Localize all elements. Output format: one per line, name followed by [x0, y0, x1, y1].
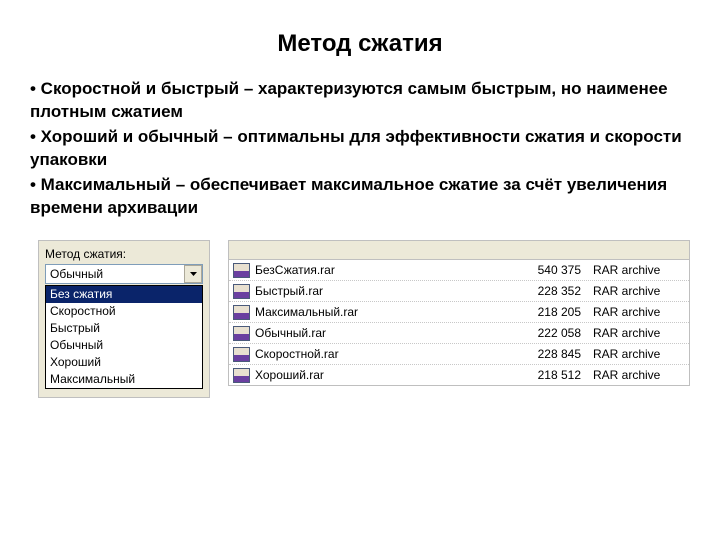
table-row[interactable]: Максимальный.rar 218 205 RAR archive: [229, 302, 689, 323]
rar-archive-icon: [233, 326, 250, 341]
compression-dropdown-panel: Метод сжатия: Обычный Без сжатия Скорост…: [38, 240, 210, 398]
file-type: RAR archive: [593, 347, 685, 361]
table-row[interactable]: Быстрый.rar 228 352 RAR archive: [229, 281, 689, 302]
file-name: Максимальный.rar: [255, 305, 509, 319]
rar-archive-icon: [233, 368, 250, 383]
file-list-panel: БезСжатия.rar 540 375 RAR archive Быстры…: [228, 240, 690, 386]
dropdown-option[interactable]: Максимальный: [46, 371, 202, 388]
rar-archive-icon: [233, 284, 250, 299]
dropdown-listbox[interactable]: Без сжатия Скоростной Быстрый Обычный Хо…: [45, 285, 203, 389]
compression-combobox[interactable]: Обычный: [45, 264, 203, 284]
dropdown-option[interactable]: Без сжатия: [46, 286, 202, 303]
rar-archive-icon: [233, 305, 250, 320]
file-size: 540 375: [509, 263, 593, 277]
table-row[interactable]: Хороший.rar 218 512 RAR archive: [229, 365, 689, 385]
file-name: Обычный.rar: [255, 326, 509, 340]
page-title: Метод сжатия: [30, 30, 690, 58]
file-size: 218 205: [509, 305, 593, 319]
bullet-item: • Хороший и обычный – оптимальны для эфф…: [30, 126, 690, 172]
file-name: Хороший.rar: [255, 368, 509, 382]
file-type: RAR archive: [593, 305, 685, 319]
combobox-value: Обычный: [46, 267, 184, 281]
file-name: БезСжатия.rar: [255, 263, 509, 277]
file-type: RAR archive: [593, 326, 685, 340]
dropdown-label: Метод сжатия:: [45, 247, 203, 261]
file-size: 218 512: [509, 368, 593, 382]
table-row[interactable]: Обычный.rar 222 058 RAR archive: [229, 323, 689, 344]
file-name: Быстрый.rar: [255, 284, 509, 298]
rar-archive-icon: [233, 347, 250, 362]
dropdown-option[interactable]: Быстрый: [46, 320, 202, 337]
bullet-item: • Максимальный – обеспечивает максимальн…: [30, 174, 690, 220]
file-list-header: [229, 241, 689, 260]
dropdown-arrow-icon[interactable]: [184, 265, 202, 283]
table-row[interactable]: Скоростной.rar 228 845 RAR archive: [229, 344, 689, 365]
dropdown-option[interactable]: Хороший: [46, 354, 202, 371]
file-name: Скоростной.rar: [255, 347, 509, 361]
file-size: 228 845: [509, 347, 593, 361]
file-type: RAR archive: [593, 368, 685, 382]
file-size: 222 058: [509, 326, 593, 340]
table-row[interactable]: БезСжатия.rar 540 375 RAR archive: [229, 260, 689, 281]
file-size: 228 352: [509, 284, 593, 298]
dropdown-option[interactable]: Скоростной: [46, 303, 202, 320]
dropdown-option[interactable]: Обычный: [46, 337, 202, 354]
rar-archive-icon: [233, 263, 250, 278]
bullet-item: • Скоростной и быстрый – характеризуются…: [30, 78, 690, 124]
file-type: RAR archive: [593, 263, 685, 277]
bullet-list: • Скоростной и быстрый – характеризуются…: [30, 78, 690, 220]
file-type: RAR archive: [593, 284, 685, 298]
